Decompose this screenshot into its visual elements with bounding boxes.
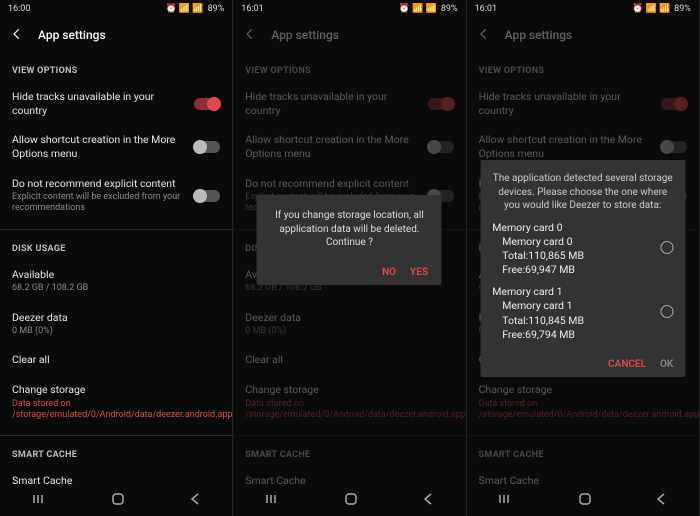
- nav-back-icon[interactable]: [189, 492, 201, 509]
- nav-recents-icon[interactable]: [32, 493, 48, 508]
- status-time: 16:01: [475, 4, 497, 14]
- row-deezer-data: Deezer data 0 MB (0%): [12, 303, 220, 346]
- divider: [0, 435, 232, 436]
- nav-home-icon[interactable]: [578, 492, 592, 509]
- nav-recents-icon[interactable]: [265, 493, 281, 508]
- app-title: App settings: [505, 28, 573, 42]
- toggle-shortcut[interactable]: [194, 141, 220, 153]
- row-available: Available 68.2 GB / 108.2 GB: [12, 260, 220, 303]
- app-bar: App settings: [0, 18, 232, 52]
- confirm-dialog: If you change storage location, all appl…: [257, 195, 442, 285]
- dialog-cancel-button[interactable]: CANCEL: [608, 358, 646, 372]
- toggle-explicit[interactable]: [194, 190, 220, 202]
- nav-bar: [467, 484, 699, 516]
- nav-home-icon[interactable]: [111, 492, 125, 509]
- back-icon: [477, 27, 491, 44]
- status-icons: ⏰ 📶 📶: [165, 4, 203, 14]
- storage-option-1[interactable]: Memory card 1 Memory card 1 Total:110,84…: [492, 285, 673, 342]
- status-bar: 16:01 ⏰ 📶 📶 89%: [233, 0, 465, 18]
- phone-2: 16:01 ⏰ 📶 📶 89% App settings VIEW OPTION…: [233, 0, 466, 516]
- divider: [0, 229, 232, 230]
- nav-back-icon[interactable]: [655, 492, 667, 509]
- dialog-yes-button[interactable]: YES: [410, 266, 428, 280]
- section-disk-usage: DISK USAGE: [12, 244, 220, 254]
- status-time: 16:00: [8, 4, 30, 14]
- app-title: App settings: [271, 28, 339, 42]
- radio-icon[interactable]: [660, 305, 673, 318]
- status-bar: 16:00 ⏰ 📶 📶 89%: [0, 0, 232, 18]
- row-explicit[interactable]: Do not recommend explicit content Explic…: [12, 169, 220, 223]
- radio-icon[interactable]: [660, 241, 673, 254]
- dialog-no-button[interactable]: NO: [382, 266, 396, 280]
- dialog-intro: The application detected several storage…: [492, 172, 673, 213]
- toggle-hide-tracks[interactable]: [194, 98, 220, 110]
- phone-3: 16:01 ⏰ 📶 📶 89% App settings VIEW OPTION…: [467, 0, 700, 516]
- row-hide-tracks[interactable]: Hide tracks unavailable in your country: [12, 82, 220, 125]
- settings-scroll[interactable]: VIEW OPTIONS Hide tracks unavailable in …: [0, 52, 232, 484]
- section-view-options: VIEW OPTIONS: [12, 66, 220, 76]
- row-shortcut[interactable]: Allow shortcut creation in the More Opti…: [12, 125, 220, 168]
- row-change-storage[interactable]: Change storage Data stored on /storage/e…: [12, 375, 220, 429]
- nav-bar: [0, 484, 232, 516]
- status-time: 16:01: [241, 4, 263, 14]
- nav-bar: [233, 484, 465, 516]
- dialog-message: If you change storage location, all appl…: [271, 209, 428, 250]
- status-battery: 89%: [674, 4, 691, 14]
- back-icon: [243, 27, 257, 44]
- section-smart-cache: SMART CACHE: [12, 450, 220, 460]
- row-clear-all[interactable]: Clear all: [12, 345, 220, 375]
- dialog-ok-button[interactable]: OK: [660, 358, 673, 372]
- status-icons: ⏰ 📶 📶: [399, 4, 437, 14]
- back-icon[interactable]: [10, 27, 24, 44]
- storage-dialog: The application detected several storage…: [480, 160, 685, 377]
- row-smart-cache: Smart Cache 0 MB: [12, 466, 220, 484]
- nav-recents-icon[interactable]: [498, 493, 514, 508]
- status-bar: 16:01 ⏰ 📶 📶 89%: [467, 0, 699, 18]
- app-title: App settings: [38, 28, 106, 42]
- app-bar: App settings: [233, 18, 465, 52]
- status-icons: ⏰ 📶 📶: [632, 4, 670, 14]
- nav-back-icon[interactable]: [422, 492, 434, 509]
- storage-option-0[interactable]: Memory card 0 Memory card 0 Total:110,86…: [492, 221, 673, 278]
- status-battery: 89%: [208, 4, 225, 14]
- phone-1: 16:00 ⏰ 📶 📶 89% App settings VIEW OPTION…: [0, 0, 233, 516]
- status-battery: 89%: [441, 4, 458, 14]
- app-bar: App settings: [467, 18, 699, 52]
- nav-home-icon[interactable]: [344, 492, 358, 509]
